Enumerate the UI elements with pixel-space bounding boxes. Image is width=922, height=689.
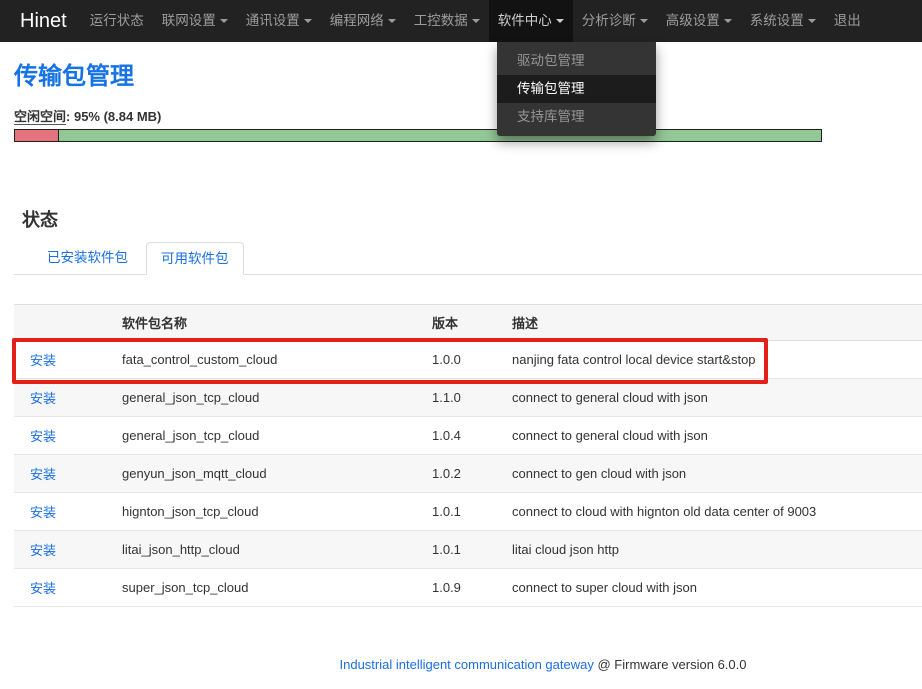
- install-button[interactable]: 安装: [30, 429, 56, 444]
- package-name-cell: litai_json_http_cloud: [114, 531, 424, 569]
- package-name-cell: super_json_tcp_cloud: [114, 569, 424, 607]
- table-row: 安装 fata_control_custom_cloud 1.0.0 nanji…: [14, 341, 922, 379]
- nav-link-logout[interactable]: 退出: [825, 0, 870, 42]
- nav-item-programming-network: 编程网络: [321, 0, 405, 42]
- page-footer: Industrial intelligent communication gat…: [14, 657, 922, 672]
- navbar-menu: 运行状态 联网设置 通讯设置 编程网络 工控数据 软件中心 分析诊断 高级设置 …: [81, 0, 870, 42]
- tab-available-packages[interactable]: 可用软件包: [146, 242, 244, 275]
- description-cell: connect to general cloud with json: [504, 417, 922, 455]
- chevron-down-icon: [724, 19, 732, 23]
- nav-item-running-status: 运行状态: [81, 0, 153, 42]
- chevron-down-icon: [640, 19, 648, 23]
- table-row: 安装 super_json_tcp_cloud 1.0.9 connect to…: [14, 569, 922, 607]
- status-heading: 状态: [22, 210, 922, 230]
- nav-item-software-center: 软件中心: [489, 0, 573, 42]
- nav-link-network-settings[interactable]: 联网设置: [153, 0, 237, 42]
- description-cell: litai cloud json http: [504, 531, 922, 569]
- description-cell: connect to gen cloud with json: [504, 455, 922, 493]
- version-cell: 1.0.1: [424, 531, 504, 569]
- header-description: 描述: [504, 305, 922, 341]
- nav-link-advanced-settings[interactable]: 高级设置: [657, 0, 741, 42]
- package-name-cell: hignton_json_tcp_cloud: [114, 493, 424, 531]
- header-version: 版本: [424, 305, 504, 341]
- nav-item-advanced-settings: 高级设置: [657, 0, 741, 42]
- header-install: [14, 305, 114, 341]
- chevron-down-icon: [220, 19, 228, 23]
- disk-space-progressbar: [14, 129, 822, 142]
- install-button[interactable]: 安装: [30, 467, 56, 482]
- nav-link-software-center[interactable]: 软件中心: [489, 0, 573, 42]
- package-name-cell: genyun_json_mqtt_cloud: [114, 455, 424, 493]
- package-table-container: 软件包名称 版本 描述 安装 fata_control_custom_cloud…: [14, 304, 922, 607]
- nav-link-system-settings[interactable]: 系统设置: [741, 0, 825, 42]
- description-cell: connect to general cloud with json: [504, 379, 922, 417]
- gateway-footer-link[interactable]: Industrial intelligent communication gat…: [340, 657, 594, 672]
- version-cell: 1.0.0: [424, 341, 504, 379]
- nav-item-system-settings: 系统设置: [741, 0, 825, 42]
- package-tabs: 已安装软件包 可用软件包: [14, 242, 922, 275]
- free-space-value: 95% (8.84 MB): [74, 109, 161, 124]
- chevron-down-icon: [472, 19, 480, 23]
- nav-link-programming-network[interactable]: 编程网络: [321, 0, 405, 42]
- nav-item-industrial-data: 工控数据: [405, 0, 489, 42]
- main-content: 传输包管理 空闲空间: 95% (8.84 MB) 状态 已安装软件包 可用软件…: [0, 42, 922, 672]
- table-header-row: 软件包名称 版本 描述: [14, 305, 922, 341]
- package-table: 软件包名称 版本 描述 安装 fata_control_custom_cloud…: [14, 304, 922, 607]
- nav-item-analysis-diagnosis: 分析诊断: [573, 0, 657, 42]
- table-row: 安装 general_json_tcp_cloud 1.0.4 connect …: [14, 417, 922, 455]
- dropdown-item-transfer-package[interactable]: 传输包管理: [497, 75, 656, 103]
- nav-link-comm-settings[interactable]: 通讯设置: [237, 0, 321, 42]
- package-name-cell: fata_control_custom_cloud: [114, 341, 424, 379]
- nav-link-industrial-data[interactable]: 工控数据: [405, 0, 489, 42]
- firmware-version-text: @ Firmware version 6.0.0: [594, 657, 747, 672]
- table-row: 安装 general_json_tcp_cloud 1.1.0 connect …: [14, 379, 922, 417]
- description-cell: nanjing fata control local device start&…: [504, 341, 922, 379]
- version-cell: 1.0.4: [424, 417, 504, 455]
- install-button[interactable]: 安装: [30, 353, 56, 368]
- dropdown-item-support-library[interactable]: 支持库管理: [497, 103, 656, 131]
- software-center-dropdown: 驱动包管理 传输包管理 支持库管理: [497, 42, 656, 136]
- nav-item-logout: 退出: [825, 0, 870, 42]
- free-space-label: 空闲空间: 95% (8.84 MB): [14, 109, 922, 125]
- table-row: 安装 hignton_json_tcp_cloud 1.0.1 connect …: [14, 493, 922, 531]
- nav-item-network-settings: 联网设置: [153, 0, 237, 42]
- description-cell: connect to cloud with hignton old data c…: [504, 493, 922, 531]
- version-cell: 1.0.1: [424, 493, 504, 531]
- package-name-cell: general_json_tcp_cloud: [114, 417, 424, 455]
- nav-link-analysis-diagnosis[interactable]: 分析诊断: [573, 0, 657, 42]
- header-package-name: 软件包名称: [114, 305, 424, 341]
- free-space-term: 空闲空间: [14, 109, 66, 125]
- version-cell: 1.1.0: [424, 379, 504, 417]
- free-space-separator: :: [66, 109, 74, 124]
- table-row: 安装 genyun_json_mqtt_cloud 1.0.2 connect …: [14, 455, 922, 493]
- package-name-cell: general_json_tcp_cloud: [114, 379, 424, 417]
- dropdown-item-driver-package[interactable]: 驱动包管理: [497, 47, 656, 75]
- top-navbar: Hinet 运行状态 联网设置 通讯设置 编程网络 工控数据 软件中心 分析诊断…: [0, 0, 922, 42]
- nav-item-comm-settings: 通讯设置: [237, 0, 321, 42]
- chevron-down-icon: [556, 19, 564, 23]
- tab-installed-packages[interactable]: 已安装软件包: [33, 242, 142, 274]
- chevron-down-icon: [304, 19, 312, 23]
- version-cell: 1.0.2: [424, 455, 504, 493]
- table-row: 安装 litai_json_http_cloud 1.0.1 litai clo…: [14, 531, 922, 569]
- install-button[interactable]: 安装: [30, 581, 56, 596]
- chevron-down-icon: [388, 19, 396, 23]
- description-cell: connect to super cloud with json: [504, 569, 922, 607]
- nav-link-running-status[interactable]: 运行状态: [81, 0, 153, 42]
- install-button[interactable]: 安装: [30, 391, 56, 406]
- used-space-segment: [15, 130, 59, 141]
- chevron-down-icon: [808, 19, 816, 23]
- version-cell: 1.0.9: [424, 569, 504, 607]
- install-button[interactable]: 安装: [30, 505, 56, 520]
- page-title: 传输包管理: [14, 62, 922, 92]
- install-button[interactable]: 安装: [30, 543, 56, 558]
- brand-logo[interactable]: Hinet: [0, 0, 81, 42]
